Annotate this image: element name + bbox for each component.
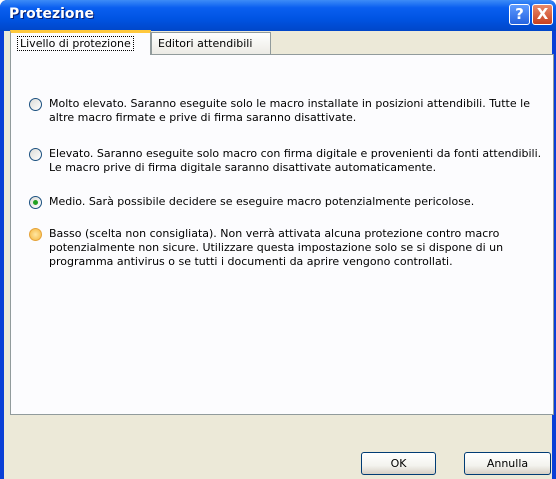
title-bar: Protezione ? X — [0, 0, 556, 31]
option-label: Molto elevato. Saranno eseguite solo le … — [49, 97, 530, 124]
tab-label: Editori attendibili — [158, 37, 253, 50]
help-button[interactable]: ? — [509, 4, 530, 25]
close-button[interactable]: X — [532, 4, 553, 25]
close-icon: X — [536, 5, 549, 23]
tab-panel: Molto elevato. Saranno eseguite solo le … — [10, 54, 554, 415]
option-label: Medio. Sarà possibile decidere se esegui… — [49, 195, 475, 208]
radio-elevato[interactable] — [29, 148, 42, 161]
tab-editori-attendibili[interactable]: Editori attendibili — [151, 32, 271, 54]
ok-button[interactable]: OK — [361, 452, 436, 475]
tab-label: Livello di protezione — [17, 36, 134, 51]
radio-selected-dot — [33, 200, 38, 205]
radio-molto-elevato[interactable] — [29, 98, 42, 111]
option-label: Elevato. Saranno eseguite solo macro con… — [49, 147, 542, 174]
help-icon: ? — [515, 5, 524, 23]
radio-medio[interactable] — [29, 196, 42, 209]
cancel-button[interactable]: Annulla — [464, 452, 551, 475]
radio-basso[interactable] — [29, 228, 42, 241]
tab-livello-di-protezione[interactable]: Livello di protezione — [10, 30, 151, 55]
option-label: Basso (scelta non consigliata). Non verr… — [49, 227, 504, 268]
dialog-title: Protezione — [9, 6, 94, 22]
